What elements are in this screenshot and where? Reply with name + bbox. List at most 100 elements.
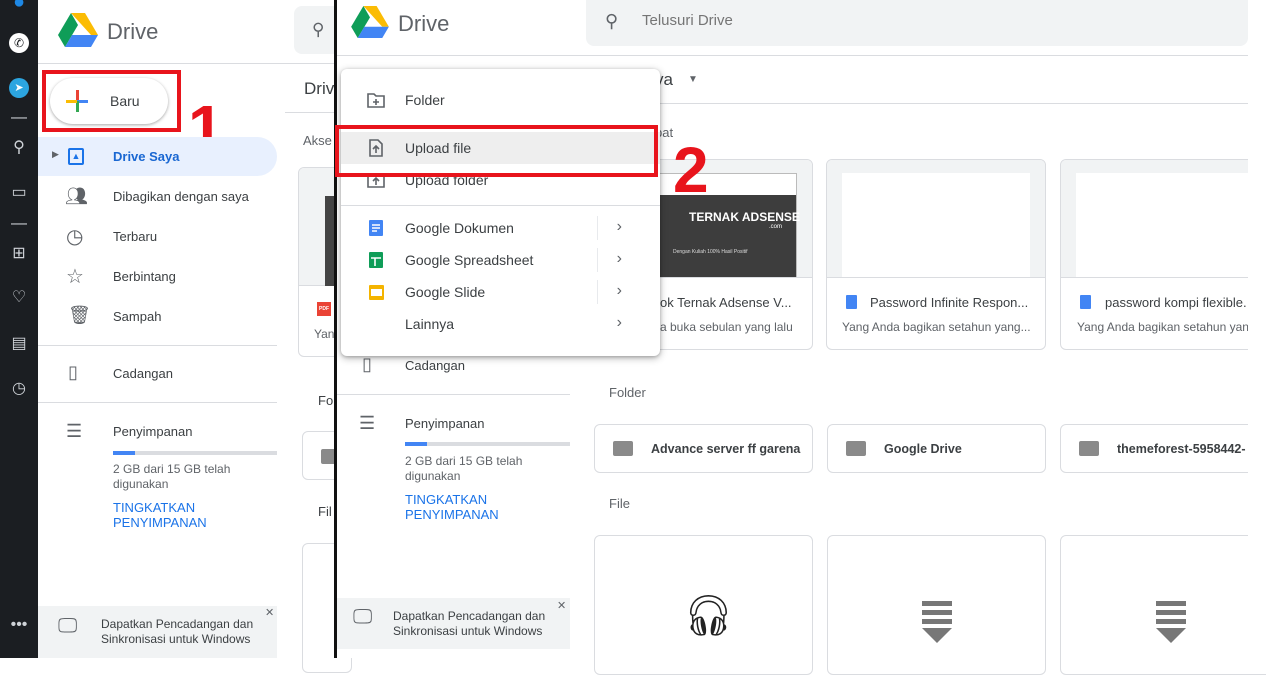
folder-name: Google Drive	[884, 442, 962, 456]
section-label: Folder	[609, 385, 646, 400]
heart-icon[interactable]: ♡	[9, 288, 29, 308]
section-label: Fil	[318, 504, 332, 519]
section-label: Akse	[303, 133, 332, 148]
google-docs-icon	[369, 220, 383, 236]
storage-text: 2 GB dari 15 GB telah digunakan	[405, 454, 523, 483]
new-item-menu: Folder Upload file Upload folder Google …	[341, 69, 660, 356]
sidebar-item-recent[interactable]: ◷ Terbaru	[38, 224, 277, 250]
nav-label: Drive Saya	[113, 149, 180, 164]
thumb-title: TERNAK ADSENSE	[689, 210, 800, 224]
messenger-icon[interactable]: ●	[9, 0, 29, 12]
upgrade-storage-link[interactable]: TINGKATKAN PENYIMPANAN	[113, 500, 223, 530]
card-title: ok Ternak Adsense V...	[660, 295, 792, 310]
sidebar-item-starred[interactable]: ☆ Berbintang	[38, 264, 277, 290]
nav-label: Dibagikan dengan saya	[113, 189, 249, 204]
promo-text: Dapatkan Pencadangan dan Sinkronisasi un…	[393, 609, 546, 638]
download-file-icon	[922, 601, 952, 643]
nav-label: Terbaru	[113, 229, 158, 244]
page-title: Driv	[304, 79, 335, 98]
quick-access-card[interactable]: password kompi flexible. Yang Anda bagik…	[1060, 159, 1266, 350]
backup-phone-icon: ▯	[68, 362, 78, 382]
folder-icon	[846, 441, 866, 456]
folder-card[interactable]: Advance server ff garena	[594, 424, 813, 473]
thumb-sub: .com	[769, 224, 783, 230]
nav-label: Sampah	[113, 309, 162, 324]
download-file-icon	[1156, 601, 1186, 643]
drive-logo-icon	[351, 6, 389, 39]
divider-icon: —	[11, 215, 27, 232]
sidebar-item-backup[interactable]: ▯ Cadangan	[38, 361, 277, 387]
annotation-box-2	[335, 125, 658, 177]
monitor-icon: 🖵︎	[353, 606, 373, 628]
search-icon: ⚲	[312, 20, 325, 39]
close-icon[interactable]: ✕	[557, 599, 566, 612]
divider-icon: —	[11, 109, 27, 126]
folder-card[interactable]: themeforest-5958442-	[1060, 424, 1266, 473]
nav-label: Cadangan	[113, 366, 173, 381]
google-slides-icon	[369, 285, 384, 300]
telegram-icon[interactable]: ➤	[9, 78, 29, 98]
menu-item-folder[interactable]: Folder	[341, 84, 660, 116]
card-subtitle: a buka sebulan yang lalu	[660, 320, 793, 334]
dropdown-arrow-icon[interactable]: ▼	[688, 74, 698, 85]
close-icon[interactable]: ✕	[265, 606, 274, 619]
app-name: Drive	[107, 19, 159, 44]
storage-label[interactable]: Penyimpanan	[113, 424, 193, 439]
nav-label: Berbintang	[113, 269, 176, 284]
storage-icon: ☰	[359, 413, 376, 433]
wallet-icon[interactable]: ▭	[9, 183, 29, 203]
whatsapp-icon[interactable]: ✆	[9, 33, 29, 53]
new-folder-icon	[367, 93, 385, 108]
monitor-icon: 🖵︎	[58, 615, 78, 637]
annotation-box-1	[42, 70, 181, 132]
chevron-right-icon: ›	[616, 282, 622, 299]
thumb-tagline: Dengan Kuliah 100% Hasil Positif	[673, 249, 748, 255]
clock-icon[interactable]: ◷	[9, 379, 29, 399]
promo-text: Dapatkan Pencadangan dan Sinkronisasi un…	[101, 617, 254, 646]
search-box[interactable]: ⚲	[294, 6, 334, 54]
news-icon[interactable]: ▤	[9, 334, 29, 354]
sidebar-item-my-drive[interactable]: ▶ ▲ Drive Saya	[38, 137, 277, 176]
backup-sync-promo: 🖵︎ Dapatkan Pencadangan dan Sinkronisasi…	[337, 598, 570, 649]
menu-item-google-docs[interactable]: Google Dokumen ›	[341, 212, 660, 244]
nav-label: Cadangan	[405, 358, 465, 373]
google-sheets-icon	[369, 252, 383, 268]
people-icon: 👥︎	[65, 186, 88, 206]
menu-item-more[interactable]: Lainnya ›	[341, 308, 660, 340]
search-box[interactable]: ⚲	[586, 0, 1248, 46]
search-input[interactable]	[642, 12, 1142, 29]
menu-label: Google Slide	[405, 284, 486, 300]
star-icon: ☆	[66, 266, 84, 288]
shared-folder-icon	[613, 441, 633, 456]
folder-name: themeforest-5958442-	[1117, 442, 1246, 456]
menu-item-google-slides[interactable]: Google Slide ›	[341, 276, 660, 308]
card-subtitle: Yang Anda bagikan setahun yang	[1077, 320, 1256, 334]
my-drive-icon: ▲	[68, 148, 84, 165]
folder-name: Advance server ff garena	[651, 442, 801, 456]
trash-icon: 🗑︎	[68, 305, 91, 325]
audio-file-icon: 🎧︎	[683, 594, 734, 638]
chevron-right-icon: ›	[616, 218, 622, 235]
expand-arrow-icon[interactable]: ▶	[52, 149, 59, 160]
menu-label: Folder	[405, 92, 445, 108]
file-card[interactable]: 🎧︎	[594, 535, 813, 675]
more-icon[interactable]: •••	[9, 615, 29, 635]
search-icon[interactable]: ⚲	[9, 138, 29, 158]
folder-icon	[1079, 441, 1099, 456]
card-subtitle: Yang Anda bagikan setahun yang...	[842, 320, 1031, 334]
sidebar-item-shared[interactable]: 👥︎ Dibagikan dengan saya	[38, 184, 277, 210]
drive-logo-icon	[58, 13, 98, 47]
file-card[interactable]	[1060, 535, 1266, 675]
card-subtitle: Yan	[314, 327, 335, 341]
folder-card[interactable]: Google Drive	[827, 424, 1046, 473]
sidebar-item-trash[interactable]: 🗑︎ Sampah	[38, 304, 277, 330]
menu-item-google-sheets[interactable]: Google Spreadsheet ›	[341, 244, 660, 276]
storage-label[interactable]: Penyimpanan	[405, 416, 485, 431]
chevron-right-icon: ›	[616, 314, 622, 331]
upgrade-storage-link[interactable]: TINGKATKAN PENYIMPANAN	[405, 492, 515, 522]
quick-access-card[interactable]: Password Infinite Respon... Yang Anda ba…	[826, 159, 1046, 350]
clock-icon: ◷	[66, 226, 84, 248]
search-icon: ⚲	[605, 11, 619, 31]
file-card[interactable]	[827, 535, 1046, 675]
apps-grid-icon[interactable]: ⊞	[9, 244, 29, 264]
